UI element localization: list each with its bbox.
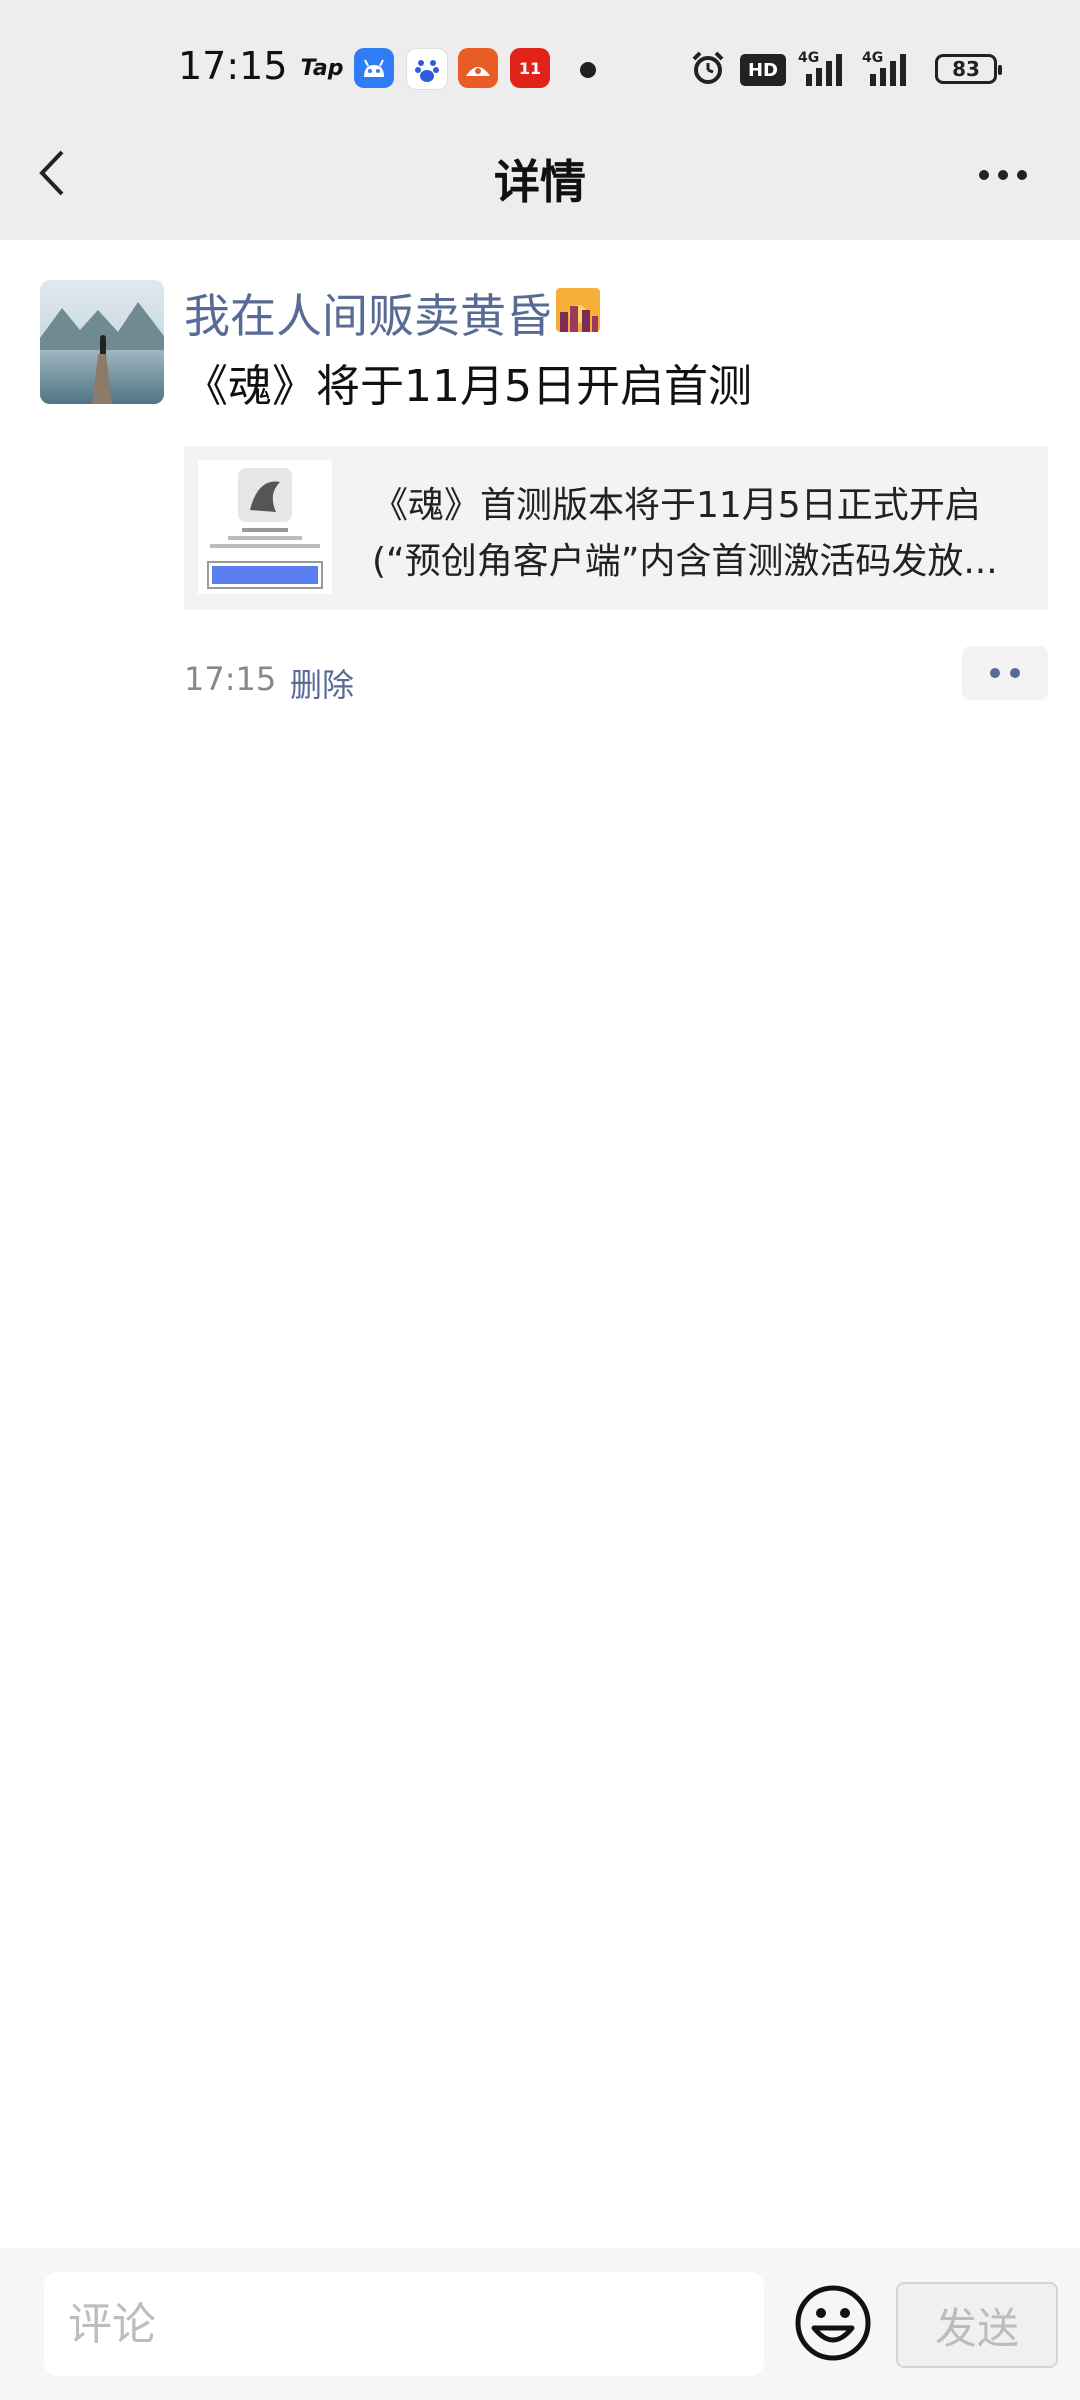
dot-icon	[580, 62, 596, 78]
link-card[interactable]: 《魂》首测版本将于11月5日正式开启 (“预创角客户端”内含首测激活码发放...	[184, 446, 1048, 610]
post-actions-button[interactable]	[962, 646, 1048, 700]
post-text: 《魂》将于11月5日开启首测	[184, 361, 752, 412]
sunset-emoji-icon	[556, 288, 600, 332]
delete-link[interactable]: 删除	[290, 660, 354, 706]
dots-icon	[990, 668, 1000, 678]
comment-input[interactable]	[44, 2272, 764, 2376]
smiley-icon	[795, 2285, 871, 2361]
battery-icon: 83	[935, 54, 1002, 84]
link-title-line2: (“预创角客户端”内含首测激活码发放...	[372, 541, 998, 582]
post-username[interactable]: 我在人间贩卖黄昏	[184, 280, 552, 346]
emoji-button[interactable]	[792, 2282, 874, 2364]
hd-icon: HD	[740, 54, 786, 86]
more-icon	[979, 170, 989, 180]
signal-4g-icon: 4G	[798, 48, 846, 88]
signal-4g-icon: 4G	[862, 48, 910, 88]
link-title-line1: 《魂》首测版本将于11月5日正式开启	[372, 485, 981, 526]
baidu-icon	[406, 48, 448, 90]
tmall-icon: 11	[510, 48, 550, 88]
android-icon	[354, 48, 394, 88]
page-title: 详情	[494, 155, 586, 209]
alarm-icon	[688, 48, 728, 88]
link-thumbnail	[198, 460, 332, 594]
taobao-icon	[458, 48, 498, 88]
post-time: 17:15	[184, 660, 277, 698]
more-button[interactable]	[968, 150, 1038, 200]
avatar[interactable]	[40, 280, 164, 404]
svg-text:4G: 4G	[798, 50, 819, 66]
send-button[interactable]: 发送	[896, 2282, 1058, 2368]
status-bar: 17:15 Tap 11 HD 4G 4G 83	[0, 0, 1080, 140]
svg-text:4G: 4G	[862, 50, 883, 66]
status-time: 17:15	[178, 44, 288, 88]
tap-icon: Tap	[300, 55, 344, 81]
